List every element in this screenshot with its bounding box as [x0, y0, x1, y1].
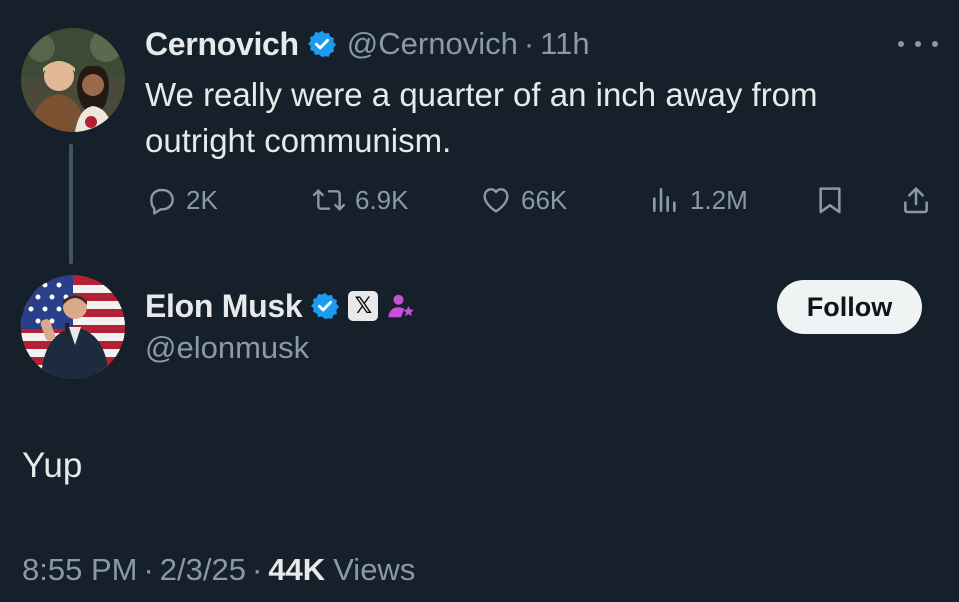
parent-tweet-time[interactable]: 11h [540, 26, 589, 62]
like-button[interactable]: 66K [479, 178, 567, 222]
main-tweet-header: Elon Musk 𝕏 [145, 282, 416, 330]
tweet-time[interactable]: 8:55 PM [22, 552, 137, 588]
like-icon [483, 188, 509, 213]
parent-author-name[interactable]: Cernovich [145, 26, 299, 63]
elonmusk-avatar[interactable] [21, 275, 125, 379]
share-icon [904, 187, 928, 214]
follow-button[interactable]: Follow [777, 280, 922, 334]
repost-button[interactable]: 6.9K [311, 178, 409, 222]
reply-icon [150, 188, 174, 215]
views-button[interactable]: 1.2M [648, 178, 748, 222]
thread-connector-line [69, 144, 73, 264]
separator-dot: · [143, 552, 154, 587]
separator-dot: · [251, 552, 263, 587]
main-author-name[interactable]: Elon Musk [145, 288, 303, 325]
repost-count: 6.9K [355, 184, 409, 215]
reply-count: 2K [186, 184, 218, 215]
main-author-handle[interactable]: @elonmusk [145, 330, 309, 366]
parent-author-handle[interactable]: @Cernovich [347, 26, 518, 62]
views-total: 44K [268, 552, 326, 587]
separator-dot: · [523, 26, 535, 61]
views-label: Views [333, 552, 416, 587]
views-icon [653, 188, 676, 212]
cernovich-avatar[interactable] [21, 28, 125, 132]
share-button[interactable] [900, 178, 932, 222]
reply-button[interactable]: 2K [146, 178, 218, 222]
verified-badge-icon [307, 29, 337, 59]
parent-tweet-header: Cernovich @Cernovich · 11h [145, 22, 590, 66]
bookmark-icon [819, 187, 841, 214]
bookmark-button[interactable] [814, 178, 846, 222]
like-count: 66K [521, 184, 568, 215]
parent-tweet-text: We really were a quarter of an inch away… [145, 76, 818, 159]
repost-icon [312, 189, 346, 211]
tweet-metadata: 8:55 PM · 2/3/25 · 44K Views [22, 552, 415, 588]
more-icon[interactable] [898, 34, 938, 54]
government-affiliate-icon[interactable] [386, 291, 416, 321]
verified-badge-icon [310, 291, 340, 321]
main-tweet-text: Yup [22, 446, 83, 485]
views-count: 1.2M [690, 184, 748, 215]
x-affiliate-badge-icon[interactable]: 𝕏 [348, 291, 379, 321]
tweet-date[interactable]: 2/3/25 [160, 552, 246, 588]
